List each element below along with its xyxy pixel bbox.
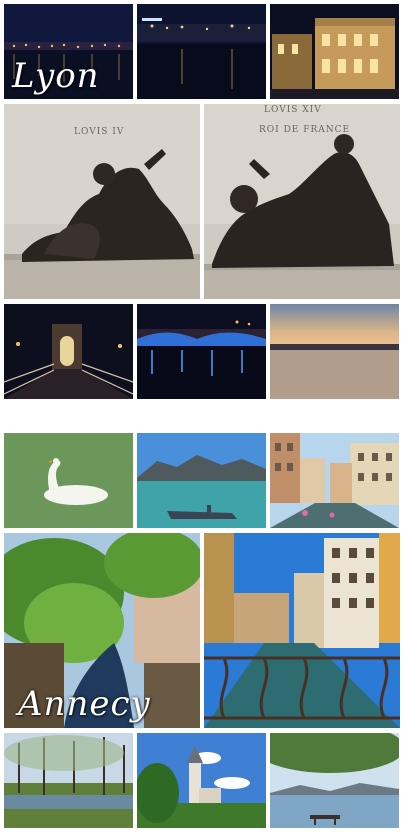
plaque-inscription-right-line2: ROI DE FRANCE: [259, 125, 350, 135]
lyon-label: Lyon: [12, 56, 100, 96]
lyon-sunset-river-photo: [270, 304, 399, 399]
lyon-night-building-photo: [270, 4, 399, 99]
lyon-footbridge-photo: [4, 304, 133, 399]
plaque-inscription-right-line1: LOVIS XIV: [264, 105, 322, 115]
annecy-label: Annecy: [18, 684, 151, 724]
annecy-lake-view-photo: [270, 733, 399, 828]
lyon-statue-saone-photo: LOVIS IV: [4, 104, 200, 299]
plaque-inscription-left: LOVIS IV: [74, 127, 124, 137]
annecy-park-trees-photo: [4, 733, 133, 828]
annecy-church-photo: [137, 733, 266, 828]
lyon-night-quay-photo: [137, 4, 266, 99]
lyon-statue-rhone-photo: LOVIS XIV ROI DE FRANCE: [204, 104, 400, 299]
annecy-canal-street-photo: [270, 433, 399, 528]
lyon-bridge-lights-photo: [137, 304, 266, 399]
annecy-canal-railing-photo: [204, 533, 400, 728]
annecy-lake-boat-photo: [137, 433, 266, 528]
annecy-swan-photo: [4, 433, 133, 528]
